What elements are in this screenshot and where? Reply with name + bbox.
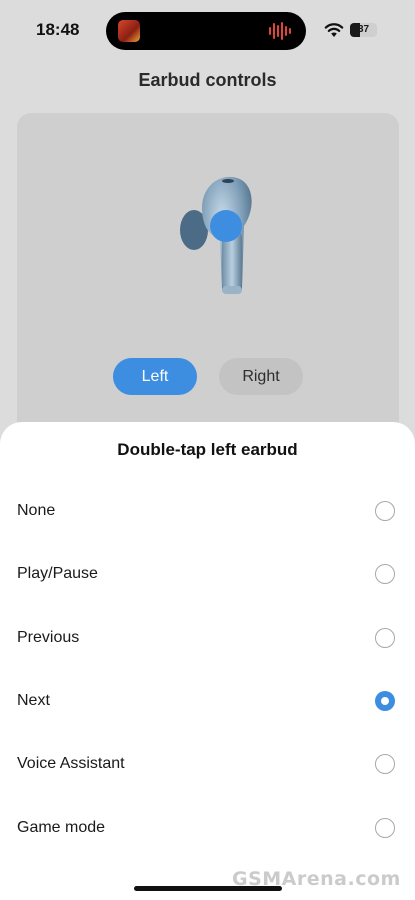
wifi-icon bbox=[324, 23, 344, 37]
option-previous[interactable]: Previous bbox=[0, 610, 415, 666]
option-game-mode[interactable]: Game mode bbox=[0, 800, 415, 856]
option-label: Play/Pause bbox=[17, 565, 98, 582]
option-label: None bbox=[17, 502, 56, 519]
radio-button[interactable] bbox=[375, 818, 395, 838]
left-earbud-button[interactable]: Left bbox=[113, 358, 197, 395]
radio-button[interactable] bbox=[375, 691, 395, 711]
sheet-title: Double-tap left earbud bbox=[117, 440, 298, 459]
option-label: Previous bbox=[17, 629, 80, 646]
radio-button[interactable] bbox=[375, 501, 395, 521]
radio-button[interactable] bbox=[375, 564, 395, 584]
option-label: Next bbox=[17, 692, 50, 709]
option-voice-assistant[interactable]: Voice Assistant bbox=[0, 736, 415, 792]
option-play-pause[interactable]: Play/Pause bbox=[0, 546, 415, 602]
radio-button[interactable] bbox=[375, 628, 395, 648]
status-time: 18:48 bbox=[36, 20, 80, 39]
now-playing-artwork bbox=[118, 20, 140, 42]
battery-level: 37 bbox=[357, 24, 370, 35]
option-label: Voice Assistant bbox=[17, 755, 125, 772]
option-label: Game mode bbox=[17, 819, 106, 836]
earbud-illustration bbox=[180, 176, 252, 294]
earbud-panel: Left Right bbox=[17, 113, 399, 443]
status-bar: 18:48 37 bbox=[0, 0, 415, 62]
double-tap-sheet: Double-tap left earbud None Play/Pause P… bbox=[0, 422, 415, 900]
audio-waveform-icon bbox=[269, 22, 291, 40]
battery-icon: 37 bbox=[350, 23, 377, 37]
page-title: Earbud controls bbox=[138, 70, 277, 90]
radio-button[interactable] bbox=[375, 754, 395, 774]
home-indicator[interactable] bbox=[134, 886, 282, 891]
right-earbud-button[interactable]: Right bbox=[219, 358, 303, 395]
dynamic-island[interactable] bbox=[106, 12, 306, 50]
option-next[interactable]: Next bbox=[0, 673, 415, 729]
option-none[interactable]: None bbox=[0, 483, 415, 539]
